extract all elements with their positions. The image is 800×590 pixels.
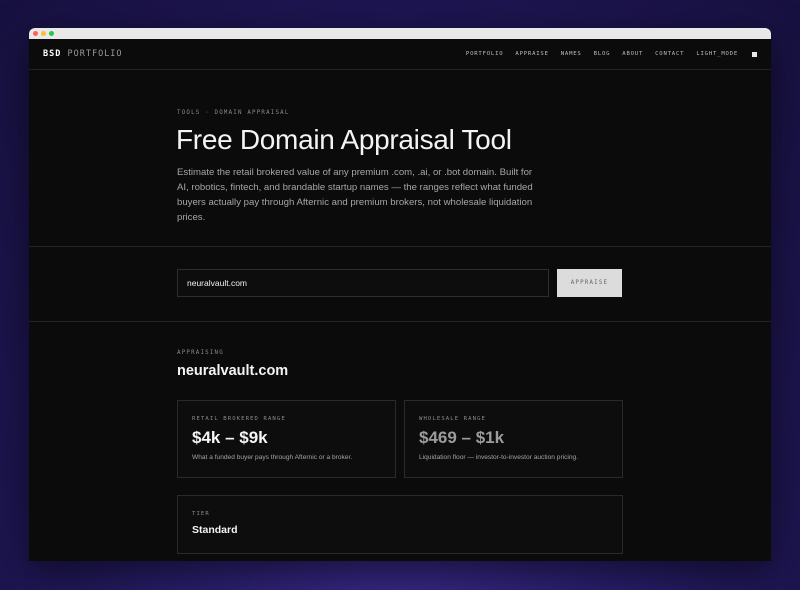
retail-range-note: What a funded buyer pays through Afterni… <box>192 454 353 461</box>
appraised-domain: neuralvault.com <box>177 363 289 379</box>
tier-label: TIER <box>192 511 210 517</box>
brand-bold: BSD <box>43 49 62 59</box>
retail-range-value: $4k – $9k <box>192 428 268 447</box>
top-nav: BSD PORTFOLIO PORTFOLIO APPRAISE NAMES B… <box>29 39 771 70</box>
minimize-window-icon[interactable] <box>41 31 46 36</box>
results-eyebrow: APPRAISING <box>177 350 224 356</box>
hero-description: Estimate the retail brokered value of an… <box>177 167 533 223</box>
wholesale-range-note: Liquidation floor — investor-to-investor… <box>419 454 579 461</box>
domain-input[interactable] <box>177 269 549 297</box>
nav-link-portfolio[interactable]: PORTFOLIO <box>466 51 504 57</box>
wholesale-range-card: WHOLESALE RANGE $469 – $1k Liquidation f… <box>404 400 623 478</box>
nav-link-about[interactable]: ABOUT <box>622 51 643 57</box>
tier-card: TIER Standard <box>177 495 623 554</box>
wholesale-range-value: $469 – $1k <box>419 428 505 447</box>
nav-link-light-mode[interactable]: LIGHT_MODE <box>696 51 738 57</box>
browser-window: BSD PORTFOLIO PORTFOLIO APPRAISE NAMES B… <box>29 28 771 561</box>
wholesale-range-label: WHOLESALE RANGE <box>419 416 487 422</box>
tier-value: Standard <box>192 524 238 536</box>
appraisal-form: APPRAISE <box>29 247 771 322</box>
nav-link-blog[interactable]: BLOG <box>594 51 611 57</box>
window-titlebar <box>29 28 771 39</box>
nav-link-contact[interactable]: CONTACT <box>655 51 684 57</box>
brand-rest: PORTFOLIO <box>67 49 123 59</box>
page-title: Free Domain Appraisal Tool <box>176 124 512 155</box>
retail-range-label: RETAIL BROKERED RANGE <box>192 416 286 422</box>
theme-toggle-icon[interactable] <box>752 51 757 57</box>
nav-link-names[interactable]: NAMES <box>561 51 582 57</box>
appraise-button[interactable]: APPRAISE <box>557 269 622 297</box>
close-window-icon[interactable] <box>33 31 38 36</box>
hero-section: TOOLS · DOMAIN APPRAISAL Free Domain App… <box>29 70 771 247</box>
retail-range-card: RETAIL BROKERED RANGE $4k – $9k What a f… <box>177 400 396 478</box>
results-section: APPRAISING neuralvault.com RETAIL BROKER… <box>29 322 771 554</box>
hero-eyebrow: TOOLS · DOMAIN APPRAISAL <box>177 110 290 116</box>
maximize-window-icon[interactable] <box>49 31 54 36</box>
nav-links: PORTFOLIO APPRAISE NAMES BLOG ABOUT CONT… <box>466 51 757 57</box>
brand-logo[interactable]: BSD PORTFOLIO <box>43 49 123 59</box>
nav-link-appraise[interactable]: APPRAISE <box>515 51 548 57</box>
